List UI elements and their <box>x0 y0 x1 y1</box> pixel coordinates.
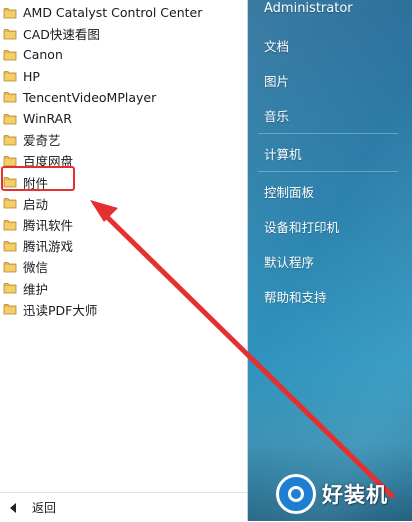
music-link[interactable]: 音乐 <box>264 106 289 125</box>
folder-icon <box>3 28 17 40</box>
program-item-iqiyi[interactable]: 爱奇艺 <box>0 129 250 150</box>
program-item-tencent-video[interactable]: TencentVideoMPlayer <box>0 87 250 108</box>
watermark-logo: 好装机 <box>276 474 388 514</box>
program-item-hp[interactable]: HP <box>0 66 250 87</box>
devices-printers-link[interactable]: 设备和打印机 <box>264 217 339 236</box>
program-label: AMD Catalyst Control Center <box>23 5 203 20</box>
documents-link[interactable]: 文档 <box>264 36 289 55</box>
program-item-maintenance[interactable]: 维护 <box>0 278 250 299</box>
start-menu: AMD Catalyst Control Center CAD快速看图 Cano… <box>0 0 412 522</box>
folder-icon <box>3 261 17 273</box>
pictures-link[interactable]: 图片 <box>264 71 289 90</box>
help-support-link[interactable]: 帮助和支持 <box>264 287 327 306</box>
folder-icon <box>3 155 17 167</box>
program-item-tencent-games[interactable]: 腾讯游戏 <box>0 235 250 256</box>
program-label: 腾讯软件 <box>23 218 74 233</box>
right-panel: Administrator 文档 图片 音乐 计算机 控制面板 设备和打印机 默… <box>248 0 412 521</box>
computer-link[interactable]: 计算机 <box>264 144 302 163</box>
control-panel-link[interactable]: 控制面板 <box>264 182 314 201</box>
programs-panel: AMD Catalyst Control Center CAD快速看图 Cano… <box>0 0 250 522</box>
program-item-tencent-software[interactable]: 腾讯软件 <box>0 214 250 235</box>
folder-icon <box>3 7 17 19</box>
watermark-badge-icon <box>276 474 316 514</box>
program-item-startup[interactable]: 启动 <box>0 193 250 214</box>
program-label: 微信 <box>23 260 49 276</box>
program-label: 附件 <box>23 175 49 191</box>
program-item-xundu-pdf[interactable]: 迅读PDF大师 <box>0 299 250 320</box>
folder-icon <box>3 49 17 61</box>
program-item-accessories[interactable]: 附件 <box>0 172 250 193</box>
program-item-amd-catalyst[interactable]: AMD Catalyst Control Center <box>0 2 250 23</box>
back-button[interactable]: 返回 <box>0 492 247 522</box>
default-programs-link[interactable]: 默认程序 <box>264 252 314 271</box>
folder-icon <box>3 303 17 315</box>
program-label: 迅读PDF大师 <box>23 302 98 318</box>
folder-icon <box>3 134 17 146</box>
folder-icon <box>3 197 17 209</box>
program-item-wechat[interactable]: 微信 <box>0 256 250 277</box>
program-item-baidu-netdisk[interactable]: 百度网盘 <box>0 150 250 171</box>
back-label: 返回 <box>32 501 57 515</box>
separator <box>258 171 398 172</box>
program-label: 启动 <box>23 196 49 212</box>
user-name-link[interactable]: Administrator <box>264 1 353 16</box>
program-label: 百度网盘 <box>23 154 74 170</box>
folder-icon <box>3 240 17 252</box>
folder-icon <box>3 219 17 231</box>
program-label: 维护 <box>23 281 49 297</box>
program-item-winrar[interactable]: WinRAR <box>0 108 250 129</box>
program-item-cad[interactable]: CAD快速看图 <box>0 23 250 44</box>
program-label: WinRAR <box>23 111 72 126</box>
back-arrow-icon <box>10 502 16 513</box>
folder-icon <box>3 113 17 125</box>
watermark-text: 好装机 <box>322 483 388 507</box>
program-item-canon[interactable]: Canon <box>0 44 250 65</box>
folder-icon <box>3 282 17 294</box>
separator <box>258 133 398 134</box>
program-label: HP <box>23 68 40 84</box>
folder-icon <box>3 176 17 188</box>
folder-icon <box>3 70 17 82</box>
program-label: 腾讯游戏 <box>23 239 74 255</box>
folder-icon <box>3 91 17 103</box>
program-label: CAD快速看图 <box>23 27 100 43</box>
program-label: TencentVideoMPlayer <box>23 89 157 105</box>
program-label: 爱奇艺 <box>23 133 61 149</box>
program-label: Canon <box>23 47 63 63</box>
